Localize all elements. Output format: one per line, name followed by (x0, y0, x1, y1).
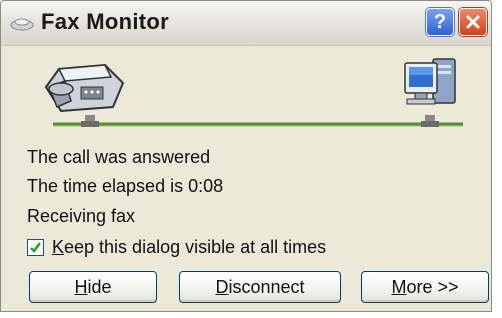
help-icon: ? (433, 10, 447, 33)
help-button[interactable]: ? (426, 8, 454, 36)
connection-graphic (44, 58, 463, 127)
computer-icon (404, 58, 456, 105)
more-label-rest: ore >> (406, 276, 459, 297)
status-receiving: Receiving fax (27, 206, 136, 226)
status-time-elapsed: The time elapsed is 0:08 (27, 176, 224, 196)
check-icon (30, 242, 41, 253)
title-bar[interactable]: Fax Monitor ? (1, 1, 491, 46)
keep-visible-label-rest: eep this dialog visible at all times (64, 237, 327, 257)
title-app-icon (10, 18, 34, 31)
hide-mnemonic: H (74, 276, 88, 297)
more-mnemonic: M (391, 276, 407, 297)
keep-visible-option[interactable]: Keep this dialog visible at all times (27, 237, 326, 258)
hide-label-rest: ide (87, 276, 112, 297)
more-button[interactable]: More >> (361, 271, 489, 303)
close-button[interactable] (459, 8, 487, 36)
fax-node (81, 115, 99, 127)
keep-visible-checkbox[interactable] (27, 239, 44, 256)
computer-node (421, 115, 439, 127)
fax-monitor-window: Fax Monitor ? The call was answered The … (0, 0, 492, 312)
hide-button[interactable]: Hide (29, 271, 157, 303)
status-call-answered: The call was answered (27, 147, 211, 167)
fax-machine-icon (44, 63, 125, 113)
keep-visible-label: Keep this dialog visible at all times (52, 237, 326, 258)
window-title: Fax Monitor (41, 9, 169, 34)
disconnect-mnemonic: D (215, 276, 229, 297)
keep-visible-mnemonic: K (52, 237, 65, 257)
close-icon (466, 15, 480, 29)
disconnect-label-rest: isconnect (228, 276, 305, 297)
disconnect-button[interactable]: Disconnect (179, 271, 341, 303)
